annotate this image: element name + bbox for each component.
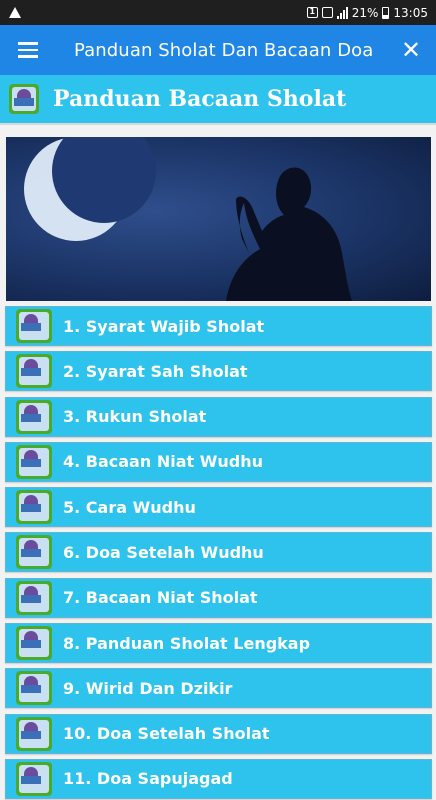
menu-item-logo [16,354,52,389]
menu-item-label: 2. Syarat Sah Sholat [63,361,248,381]
signal-icon [336,6,348,19]
menu-item-label: 4. Bacaan Niat Wudhu [63,452,263,472]
menu-item-doa-sapujagad[interactable]: 11. Doa Sapujagad [5,758,432,799]
hamburger-icon[interactable] [0,25,56,75]
status-indicators: 1 21% 13:05 [306,5,428,20]
menu-item-label: 11. Doa Sapujagad [63,769,233,789]
menu-item-logo [16,716,52,751]
menu-item-logo [16,535,52,570]
hero-image [6,137,431,301]
menu-item-bacaan-niat-sholat[interactable]: 7. Bacaan Niat Sholat [5,577,432,618]
menu-item-label: 6. Doa Setelah Wudhu [63,542,264,562]
menu-item-logo [16,490,52,525]
menu-item-bacaan-niat-wudhu[interactable]: 4. Bacaan Niat Wudhu [5,441,432,482]
menu-item-doa-setelah-wudhu[interactable]: 6. Doa Setelah Wudhu [5,532,432,573]
crescent-moon-silhouette-illustration [24,137,352,301]
praying-man-silhouette [226,167,352,301]
menu-list: 1. Syarat Wajib Sholat 2. Syarat Sah Sho… [5,306,432,800]
status-bar: 1 21% 13:05 [0,0,436,25]
menu-item-panduan-sholat-lengkap[interactable]: 8. Panduan Sholat Lengkap [5,623,432,664]
menu-item-syarat-sah-sholat[interactable]: 2. Syarat Sah Sholat [5,351,432,392]
menu-item-logo [16,626,52,661]
app-logo [9,84,39,114]
menu-item-label: 5. Cara Wudhu [63,497,196,517]
menu-item-doa-setelah-sholat[interactable]: 10. Doa Setelah Sholat [5,713,432,754]
battery-icon [382,6,390,19]
menu-item-label: 8. Panduan Sholat Lengkap [63,633,311,653]
app-bar: Panduan Sholat Dan Bacaan Doa ✕ [0,25,436,75]
menu-item-label: 3. Rukun Sholat [63,407,207,427]
menu-item-logo [16,444,52,479]
wifi-call-icon [321,7,333,18]
menu-item-logo [16,399,52,434]
menu-item-label: 9. Wirid Dan Dzikir [63,678,233,698]
menu-item-rukun-sholat[interactable]: 3. Rukun Sholat [5,396,432,437]
battery-percent: 21% [351,5,379,20]
menu-item-logo [16,761,52,796]
menu-item-wirid-dan-dzikir[interactable]: 9. Wirid Dan Dzikir [5,668,432,709]
sim-badge: 1 [306,7,318,18]
menu-item-label: 7. Bacaan Niat Sholat [63,588,258,608]
menu-item-cara-wudhu[interactable]: 5. Cara Wudhu [5,487,432,528]
menu-item-label: 1. Syarat Wajib Sholat [63,316,265,336]
menu-item-syarat-wajib-sholat[interactable]: 1. Syarat Wajib Sholat [5,306,432,346]
menu-item-logo [16,309,52,343]
app-bar-title: Panduan Sholat Dan Bacaan Doa [74,39,374,61]
menu-item-logo [16,580,52,615]
banner-title: Panduan Bacaan Sholat [53,86,347,112]
warning-triangle-icon [9,7,21,18]
menu-item-label: 10. Doa Setelah Sholat [63,724,270,744]
close-icon[interactable]: ✕ [386,25,436,75]
menu-item-logo [16,671,52,706]
clock: 13:05 [393,5,428,20]
banner-header: Panduan Bacaan Sholat [0,75,436,125]
